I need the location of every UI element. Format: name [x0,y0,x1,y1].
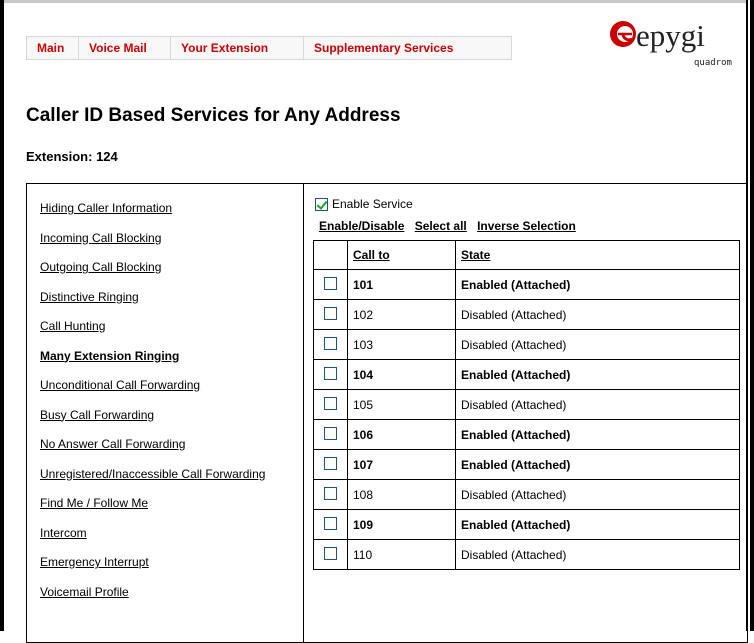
table-header-row: Call to State [313,240,740,270]
table-row: 109 Enabled (Attached) [313,509,740,540]
sidebar-item-hiding-caller-information[interactable]: Hiding Caller Information [40,198,265,228]
row-select-checkbox[interactable] [324,306,337,320]
row-select-cell [313,509,348,540]
table-row: 103 Disabled (Attached) [313,329,740,360]
call-to-cell: 105 [347,389,456,420]
table-row: 102 Disabled (Attached) [313,299,740,330]
sidebar-item-intercom[interactable]: Intercom [40,523,265,553]
sidebar-item-voicemail-profile[interactable]: Voicemail Profile [40,582,265,612]
nav-tab-supplementary-services[interactable]: Supplementary Services [304,37,511,59]
call-to-cell: 108 [347,479,456,510]
call-to-cell: 110 [347,539,456,570]
enable-service-label: Enable Service [332,197,413,211]
sidebar: Hiding Caller Information Incoming Call B… [27,184,304,642]
sidebar-item-unregistered-inaccessible-call-forwarding[interactable]: Unregistered/Inaccessible Call Forwardin… [40,464,265,494]
window-top-border [0,0,754,3]
row-select-cell [313,359,348,390]
logo-subtitle: quadrom [694,58,732,68]
state-cell: Disabled (Attached) [455,479,740,510]
select-all-link[interactable]: Select all [415,219,467,233]
sidebar-item-outgoing-call-blocking[interactable]: Outgoing Call Blocking [40,257,265,287]
state-cell: Disabled (Attached) [455,389,740,420]
sidebar-item-no-answer-call-forwarding[interactable]: No Answer Call Forwarding [40,434,265,464]
row-select-cell [313,539,348,570]
logo-wordmark: epygi [636,18,705,53]
sidebar-item-call-hunting[interactable]: Call Hunting [40,316,265,346]
sidebar-item-incoming-call-blocking[interactable]: Incoming Call Blocking [40,228,265,258]
call-to-cell: 101 [347,269,456,300]
inverse-selection-link[interactable]: Inverse Selection [477,219,576,233]
row-select-cell [313,389,348,420]
window-right-border [750,0,754,631]
call-to-column-header[interactable]: Call to [347,240,456,270]
nav-tab-main[interactable]: Main [27,37,79,59]
row-select-checkbox[interactable] [324,276,337,290]
call-to-cell: 107 [347,449,456,480]
call-to-cell: 109 [347,509,456,540]
call-to-cell: 106 [347,419,456,450]
state-cell: Enabled (Attached) [455,419,740,450]
row-select-checkbox[interactable] [324,366,337,380]
service-content: Enable Service Enable/Disable Select all… [313,184,743,642]
row-select-cell [313,419,348,450]
call-to-table: Call to State 101 Enabled (Attached) 102 Di… [313,240,740,570]
sidebar-item-emergency-interrupt[interactable]: Emergency Interrupt [40,552,265,582]
sidebar-item-many-extension-ringing[interactable]: Many Extension Ringing [40,346,265,376]
state-cell: Enabled (Attached) [455,269,740,300]
sidebar-item-busy-call-forwarding[interactable]: Busy Call Forwarding [40,405,265,435]
call-to-cell: 102 [347,299,456,330]
row-select-checkbox[interactable] [324,426,337,440]
state-cell: Enabled (Attached) [455,359,740,390]
table-row: 105 Disabled (Attached) [313,389,740,420]
state-cell: Enabled (Attached) [455,509,740,540]
enable-service-checkbox[interactable] [315,197,328,211]
table-row: 104 Enabled (Attached) [313,359,740,390]
window-left-border [0,0,4,631]
table-row: 108 Disabled (Attached) [313,479,740,510]
sidebar-item-distinctive-ringing[interactable]: Distinctive Ringing [40,287,265,317]
table-actions: Enable/Disable Select all Inverse Select… [319,219,583,233]
row-select-checkbox[interactable] [324,336,337,350]
state-cell: Disabled (Attached) [455,329,740,360]
table-row: 107 Enabled (Attached) [313,449,740,480]
sidebar-item-unconditional-call-forwarding[interactable]: Unconditional Call Forwarding [40,375,265,405]
epygi-logo: epygi quadrom [609,18,734,76]
table-row: 110 Disabled (Attached) [313,539,740,570]
sidebar-item-find-me-follow-me[interactable]: Find Me / Follow Me [40,493,265,523]
row-select-cell [313,299,348,330]
row-select-cell [313,479,348,510]
page-title: Caller ID Based Services for Any Address [26,105,401,126]
row-select-checkbox[interactable] [324,486,337,500]
main-panel: Hiding Caller Information Incoming Call B… [26,183,748,643]
row-select-checkbox[interactable] [324,546,337,560]
select-column-header [313,240,348,270]
nav-tab-your-extension[interactable]: Your Extension [171,37,304,59]
row-select-cell [313,449,348,480]
call-to-cell: 103 [347,329,456,360]
state-cell: Enabled (Attached) [455,449,740,480]
row-select-checkbox[interactable] [324,516,337,530]
sidebar-menu: Hiding Caller Information Incoming Call B… [40,198,265,611]
row-select-cell [313,329,348,360]
top-navigation: Main Voice Mail Your Extension Supplemen… [26,36,512,60]
epygi-logo-mark-icon [610,21,636,47]
state-cell: Disabled (Attached) [455,299,740,330]
state-cell: Disabled (Attached) [455,539,740,570]
state-column-header[interactable]: State [455,240,740,270]
nav-tab-voice-mail[interactable]: Voice Mail [79,37,171,59]
extension-label: Extension: 124 [26,149,118,164]
enable-disable-link[interactable]: Enable/Disable [319,219,404,233]
table-row: 101 Enabled (Attached) [313,269,740,300]
row-select-checkbox[interactable] [324,396,337,410]
call-to-cell: 104 [347,359,456,390]
row-select-checkbox[interactable] [324,456,337,470]
table-row: 106 Enabled (Attached) [313,419,740,450]
enable-service-row: Enable Service [315,197,413,211]
row-select-cell [313,269,348,300]
